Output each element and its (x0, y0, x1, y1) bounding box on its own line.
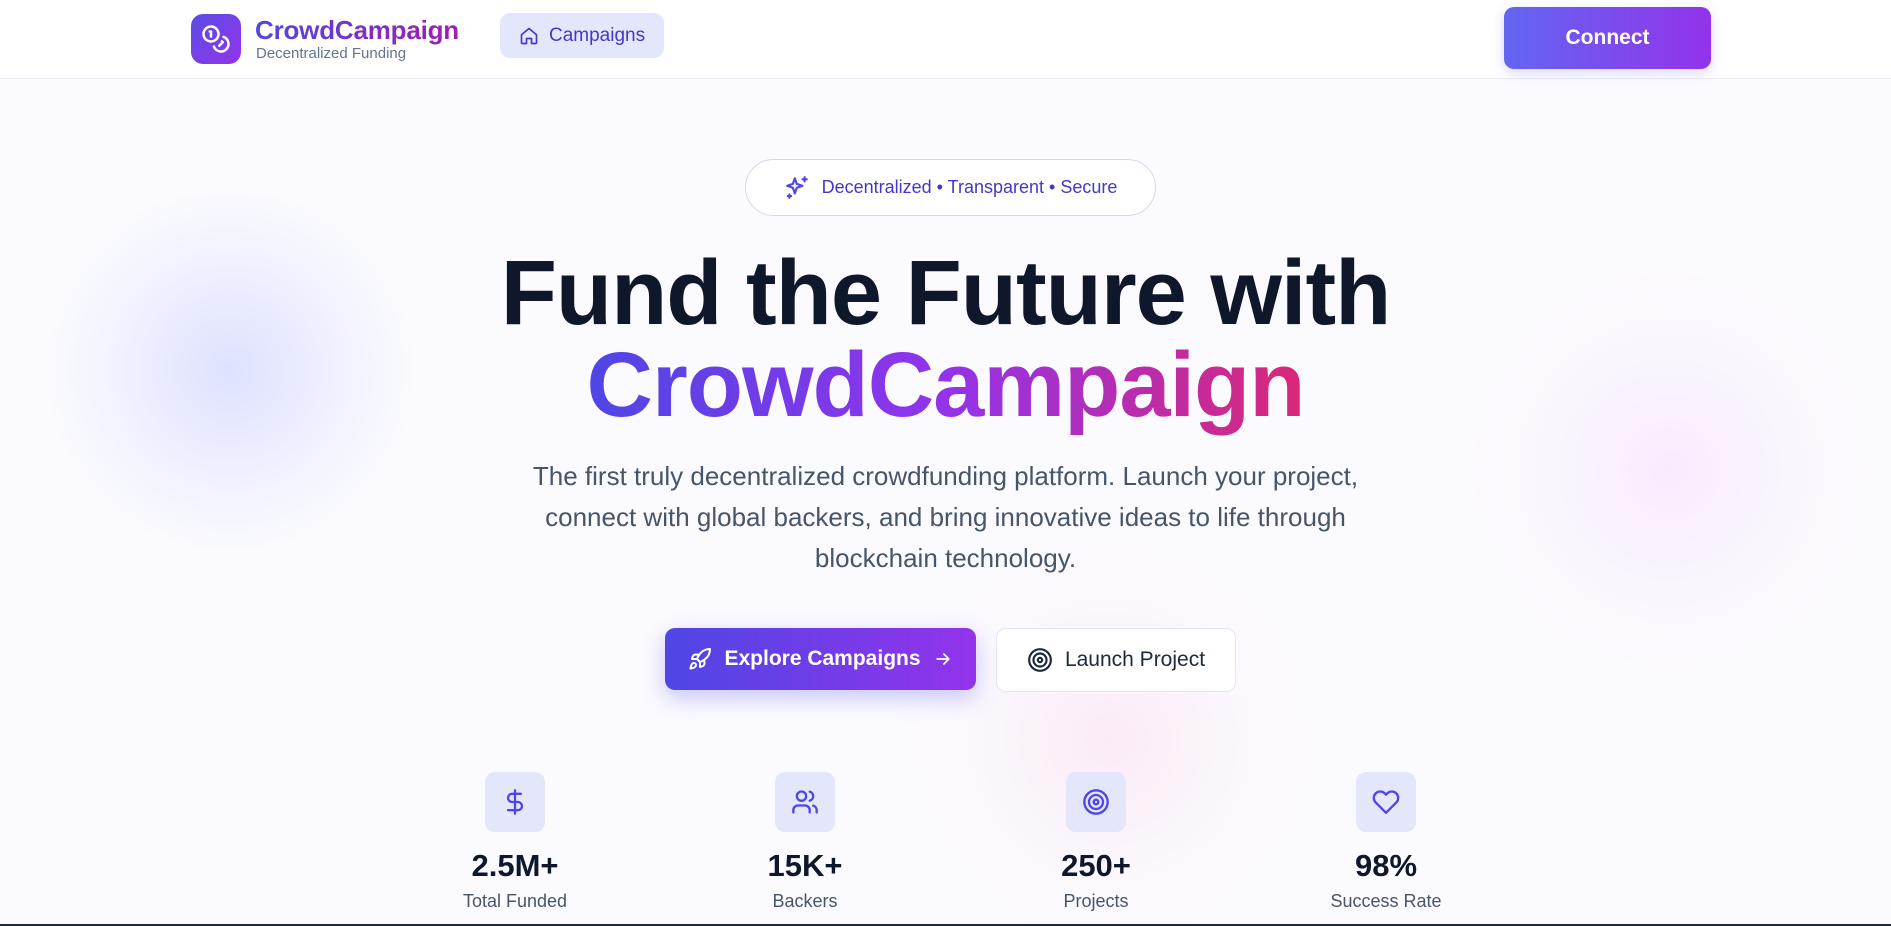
heart-icon (1372, 790, 1400, 814)
stat-backers: 15K+ Backers (685, 772, 925, 912)
stat-label: Backers (772, 891, 838, 911)
stat-value: 98% (1354, 848, 1418, 883)
rocket-icon (689, 647, 712, 670)
stat-icon-box (1066, 772, 1126, 832)
top-navbar: CrowdCampaign Decentralized Funding Camp… (0, 0, 1891, 79)
connect-button[interactable]: Connect (1504, 7, 1711, 69)
nav-campaigns-label: Campaigns (549, 24, 646, 46)
coins-icon (202, 25, 230, 53)
stat-icon-box (775, 772, 835, 832)
explore-campaigns-button[interactable]: Explore Campaigns (665, 628, 976, 690)
hero-badge: Decentralized • Transparent • Secure (745, 159, 1156, 216)
stat-projects: 250+ Projects (976, 772, 1216, 912)
stat-icon-box (1356, 772, 1416, 832)
stat-label: Total Funded (462, 891, 568, 911)
logo[interactable] (191, 14, 241, 64)
stat-value: 2.5M+ (471, 848, 559, 883)
brand-title[interactable]: CrowdCampaign (255, 14, 459, 46)
hero-title-brand: CrowdCampaign (587, 330, 1306, 440)
target-icon (1028, 648, 1052, 672)
stat-value: 250+ (1061, 848, 1131, 883)
brand-subtitle: Decentralized Funding (256, 45, 407, 62)
arrow-right-icon (935, 653, 950, 665)
sparkles-icon (785, 175, 808, 199)
target-icon (1083, 789, 1109, 815)
home-icon (520, 27, 538, 44)
hero-description: The first truly decentralized crowdfundi… (532, 461, 1359, 573)
stat-icon-box (485, 772, 545, 832)
hero-title-line2-wrap: CrowdCampaign (0, 330, 1891, 440)
stat-label: Success Rate (1330, 891, 1442, 911)
explore-campaigns-label: Explore Campaigns (724, 647, 921, 670)
users-icon (792, 790, 818, 814)
hero-badge-text: Decentralized • Transparent • Secure (821, 177, 1118, 197)
launch-project-button[interactable]: Launch Project (996, 628, 1236, 692)
stat-success-rate: 98% Success Rate (1266, 772, 1506, 912)
launch-project-label: Launch Project (1064, 648, 1206, 671)
stat-total-funded: 2.5M+ Total Funded (395, 772, 635, 912)
nav-campaigns-link[interactable]: Campaigns (500, 13, 664, 58)
stat-value: 15K+ (767, 848, 843, 883)
stat-label: Projects (1063, 891, 1129, 911)
dollar-icon (506, 789, 524, 815)
